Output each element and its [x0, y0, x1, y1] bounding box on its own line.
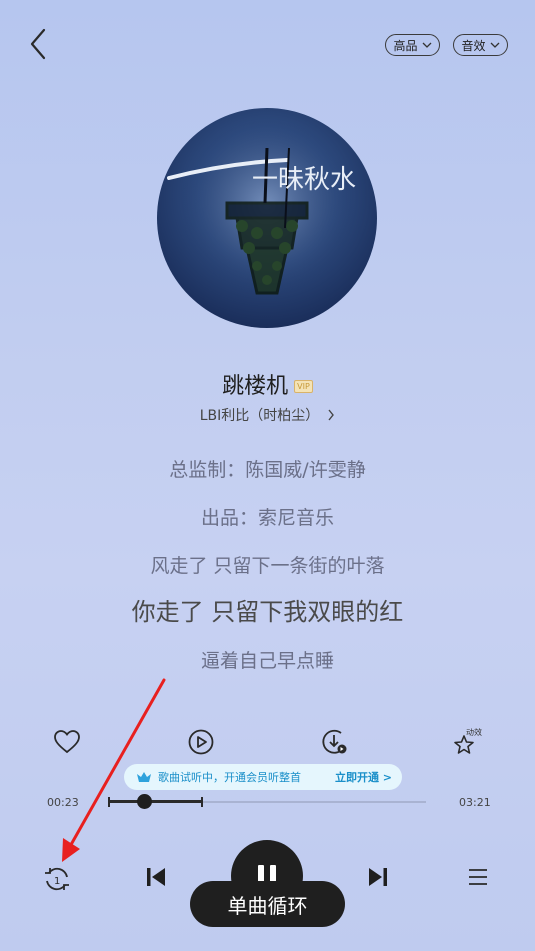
sound-effect-button[interactable]: 音效: [453, 34, 508, 56]
list-icon: [469, 869, 487, 885]
lyric-line[interactable]: 总监制：陈国威/许雯静: [0, 455, 535, 482]
total-duration: 03:21: [459, 796, 491, 809]
progress-thumb[interactable]: [136, 794, 152, 809]
elapsed-time: 00:23: [47, 796, 79, 809]
album-cover[interactable]: 一昧秋水: [157, 108, 377, 328]
skip-previous-icon: [147, 868, 165, 886]
previous-track-button[interactable]: [143, 864, 169, 890]
lyric-line[interactable]: 出品：索尼音乐: [0, 503, 535, 530]
like-button[interactable]: [52, 727, 82, 757]
artist-name: LBI利比（时柏尘）: [199, 408, 320, 424]
vip-banner-text: 歌曲试听中，开通会员听整首: [158, 771, 301, 784]
repeat-one-icon: 1: [45, 867, 69, 891]
artist-link[interactable]: LBI利比（时柏尘）: [200, 405, 336, 425]
play-video-icon: [188, 729, 214, 755]
next-track-button[interactable]: [365, 864, 391, 890]
trial-end-marker: [201, 797, 204, 807]
repeat-one-button[interactable]: 1: [41, 863, 73, 895]
back-button[interactable]: [24, 26, 56, 62]
svg-text:1: 1: [54, 876, 60, 887]
animation-label: 动效: [466, 728, 482, 737]
song-title: 跳楼机: [222, 374, 289, 399]
download-button[interactable]: [320, 727, 350, 757]
heart-icon: [54, 730, 80, 754]
music-video-button[interactable]: [186, 727, 216, 757]
song-title-row: 跳楼机 VIP: [0, 368, 535, 400]
vip-crown-icon: [137, 772, 151, 782]
audio-quality-button[interactable]: 高品: [385, 34, 440, 56]
album-cover-art: 一昧秋水: [157, 108, 377, 328]
vip-badge: VIP: [294, 379, 313, 393]
chevron-left-icon: [30, 28, 46, 60]
audio-quality-label: 高品: [393, 38, 418, 53]
current-lyric-line[interactable]: 你走了 只留下我双眼的红: [0, 592, 535, 627]
animation-effect-button[interactable]: 动效: [452, 727, 482, 757]
chevron-right-icon: [328, 409, 335, 421]
trial-range: [108, 800, 204, 803]
artist-row: LBI利比（时柏尘）: [0, 405, 535, 425]
play-mode-toast: 单曲循环: [190, 881, 345, 927]
lyric-line[interactable]: 风走了 只留下一条街的叶落: [0, 551, 535, 578]
chevron-down-icon: [422, 42, 431, 48]
chevron-down-icon: [490, 42, 499, 48]
vip-trial-banner[interactable]: 歌曲试听中，开通会员听整首 立即开通 >: [124, 764, 402, 790]
playlist-button[interactable]: [466, 865, 490, 889]
trial-start-marker: [108, 797, 110, 807]
album-cover-title: 一昧秋水: [252, 165, 356, 195]
vip-open-link[interactable]: 立即开通 >: [335, 769, 392, 785]
download-icon: [322, 729, 347, 754]
lyric-line[interactable]: 逼着自己早点睡: [0, 646, 535, 673]
skip-next-icon: [369, 868, 387, 886]
sound-effect-label: 音效: [461, 38, 486, 53]
